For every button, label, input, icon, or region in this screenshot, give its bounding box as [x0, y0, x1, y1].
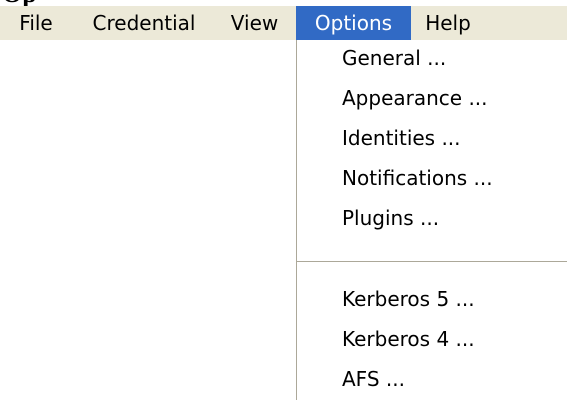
menu-bar: File Credential View Options Help [0, 6, 567, 40]
menu-credential[interactable]: Credential [75, 6, 213, 40]
menu-item-plugins[interactable]: Plugins ... [342, 200, 439, 236]
menu-options[interactable]: Options [296, 6, 411, 40]
menu-item-appearance[interactable]: Appearance ... [342, 80, 488, 116]
menu-item-notifications[interactable]: Notifications ... [342, 160, 493, 196]
menu-item-kerberos-5[interactable]: Kerberos 5 ... [342, 281, 475, 317]
options-dropdown-menu: General ... Appearance ... Identities ..… [296, 40, 567, 400]
menu-view[interactable]: View [214, 6, 295, 40]
menu-item-identities[interactable]: Identities ... [342, 120, 461, 156]
menu-separator [297, 261, 567, 263]
menu-file[interactable]: File [0, 6, 72, 40]
menu-item-kerberos-4[interactable]: Kerberos 4 ... [342, 321, 475, 357]
application-window: Op File Credential View Options Help Gen… [0, 0, 567, 400]
menu-item-afs[interactable]: AFS ... [342, 361, 405, 397]
menu-help[interactable]: Help [411, 6, 485, 40]
menu-item-general[interactable]: General ... [342, 40, 446, 76]
